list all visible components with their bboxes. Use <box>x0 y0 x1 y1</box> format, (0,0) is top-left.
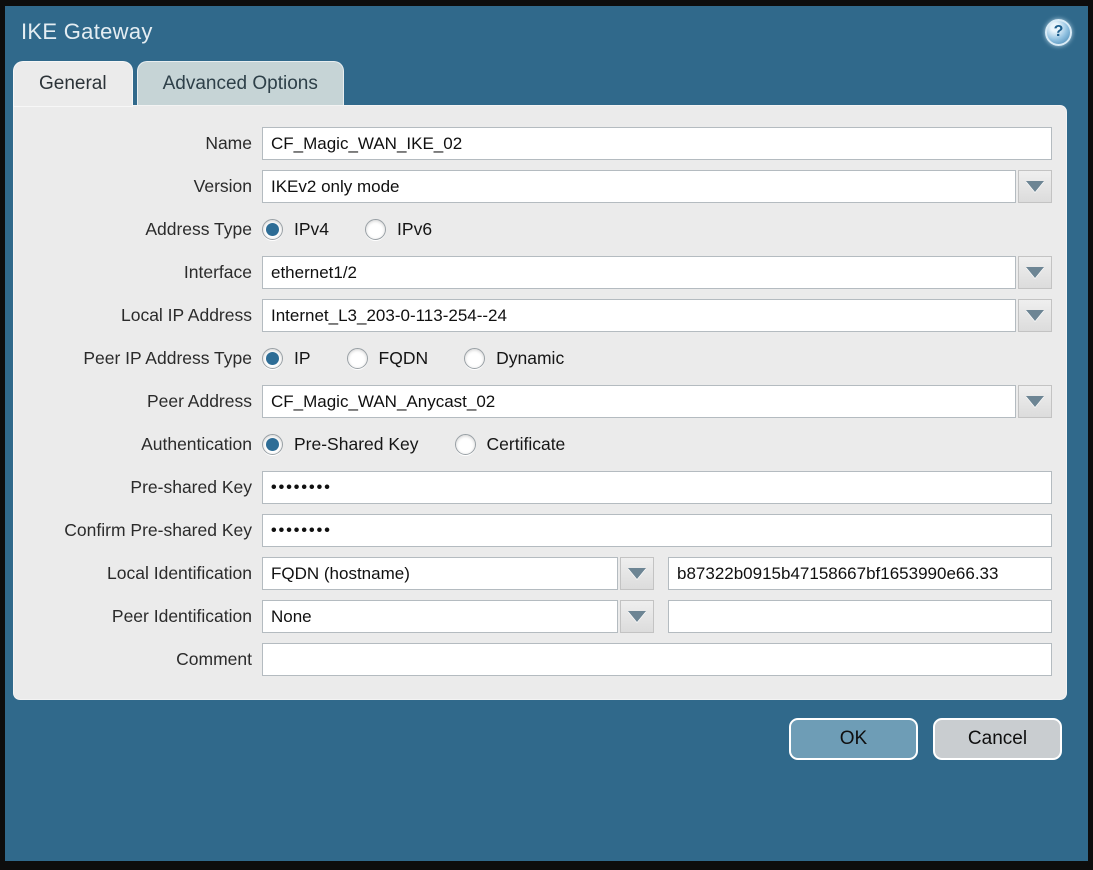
address-type-label: Address Type <box>28 219 262 240</box>
radio-dynamic-circle[interactable] <box>464 348 485 369</box>
local-ip-address-input[interactable] <box>262 299 1016 332</box>
help-icon[interactable]: ? <box>1045 19 1072 46</box>
radio-fqdn-circle[interactable] <box>347 348 368 369</box>
chevron-down-icon <box>1026 396 1044 407</box>
radio-certificate-circle[interactable] <box>455 434 476 455</box>
interface-label: Interface <box>28 262 262 283</box>
pre-shared-key-input[interactable] <box>262 471 1052 504</box>
peer-identification-value-input[interactable] <box>668 600 1052 633</box>
peer-ip-address-type-row: Peer IP Address Type IP FQDN Dynamic <box>28 342 1052 375</box>
pre-shared-key-label: Pre-shared Key <box>28 477 262 498</box>
radio-pre-shared-key-circle[interactable] <box>262 434 283 455</box>
radio-pre-shared-key[interactable]: Pre-Shared Key <box>262 434 419 455</box>
cancel-button[interactable]: Cancel <box>933 718 1062 760</box>
comment-label: Comment <box>28 649 262 670</box>
radio-ipv4-label: IPv4 <box>294 219 329 240</box>
ok-button[interactable]: OK <box>789 718 918 760</box>
radio-ipv6-circle[interactable] <box>365 219 386 240</box>
radio-ipv4-circle[interactable] <box>262 219 283 240</box>
chevron-down-icon <box>628 568 646 579</box>
confirm-pre-shared-key-input[interactable] <box>262 514 1052 547</box>
local-identification-type-input[interactable] <box>262 557 618 590</box>
general-tab-panel: Name Version Address Type IPv4 IPv6 <box>14 106 1066 699</box>
peer-ip-address-type-label: Peer IP Address Type <box>28 348 262 369</box>
tab-general[interactable]: General <box>14 62 132 106</box>
radio-fqdn-label: FQDN <box>379 348 429 369</box>
tab-advanced-options[interactable]: Advanced Options <box>138 62 343 106</box>
radio-ip-circle[interactable] <box>262 348 283 369</box>
ike-gateway-dialog: IKE Gateway ? General Advanced Options N… <box>0 0 1093 870</box>
version-row: Version <box>28 170 1052 203</box>
local-identification-value-input[interactable] <box>668 557 1052 590</box>
name-input[interactable] <box>262 127 1052 160</box>
title-bar: IKE Gateway ? <box>5 6 1088 58</box>
chevron-down-icon <box>1026 267 1044 278</box>
radio-dynamic-label: Dynamic <box>496 348 564 369</box>
local-ip-address-label: Local IP Address <box>28 305 262 326</box>
interface-input[interactable] <box>262 256 1016 289</box>
peer-address-input[interactable] <box>262 385 1016 418</box>
authentication-row: Authentication Pre-Shared Key Certificat… <box>28 428 1052 461</box>
confirm-pre-shared-key-row: Confirm Pre-shared Key <box>28 514 1052 547</box>
name-row: Name <box>28 127 1052 160</box>
peer-identification-type-input[interactable] <box>262 600 618 633</box>
radio-ip-label: IP <box>294 348 311 369</box>
local-identification-label: Local Identification <box>28 563 262 584</box>
dialog-title: IKE Gateway <box>21 19 153 45</box>
chevron-down-icon <box>1026 310 1044 321</box>
name-label: Name <box>28 133 262 154</box>
radio-ipv6[interactable]: IPv6 <box>365 219 432 240</box>
peer-identification-label: Peer Identification <box>28 606 262 627</box>
radio-certificate-label: Certificate <box>487 434 566 455</box>
local-ip-address-dropdown-button[interactable] <box>1018 299 1052 332</box>
interface-dropdown-button[interactable] <box>1018 256 1052 289</box>
radio-ipv4[interactable]: IPv4 <box>262 219 329 240</box>
radio-dynamic[interactable]: Dynamic <box>464 348 564 369</box>
radio-pre-shared-key-label: Pre-Shared Key <box>294 434 419 455</box>
peer-identification-row: Peer Identification <box>28 600 1052 633</box>
peer-address-label: Peer Address <box>28 391 262 412</box>
comment-input[interactable] <box>262 643 1052 676</box>
chevron-down-icon <box>628 611 646 622</box>
peer-address-row: Peer Address <box>28 385 1052 418</box>
comment-row: Comment <box>28 643 1052 676</box>
tab-bar: General Advanced Options <box>14 58 1088 106</box>
local-identification-dropdown-button[interactable] <box>620 557 654 590</box>
radio-ip[interactable]: IP <box>262 348 311 369</box>
authentication-label: Authentication <box>28 434 262 455</box>
peer-address-dropdown-button[interactable] <box>1018 385 1052 418</box>
dialog-footer: OK Cancel <box>5 699 1088 760</box>
peer-identification-dropdown-button[interactable] <box>620 600 654 633</box>
version-input[interactable] <box>262 170 1016 203</box>
radio-ipv6-label: IPv6 <box>397 219 432 240</box>
interface-row: Interface <box>28 256 1052 289</box>
version-dropdown-button[interactable] <box>1018 170 1052 203</box>
pre-shared-key-row: Pre-shared Key <box>28 471 1052 504</box>
radio-certificate[interactable]: Certificate <box>455 434 566 455</box>
version-label: Version <box>28 176 262 197</box>
confirm-pre-shared-key-label: Confirm Pre-shared Key <box>28 520 262 541</box>
chevron-down-icon <box>1026 181 1044 192</box>
radio-fqdn[interactable]: FQDN <box>347 348 429 369</box>
address-type-row: Address Type IPv4 IPv6 <box>28 213 1052 246</box>
local-ip-address-row: Local IP Address <box>28 299 1052 332</box>
local-identification-row: Local Identification <box>28 557 1052 590</box>
